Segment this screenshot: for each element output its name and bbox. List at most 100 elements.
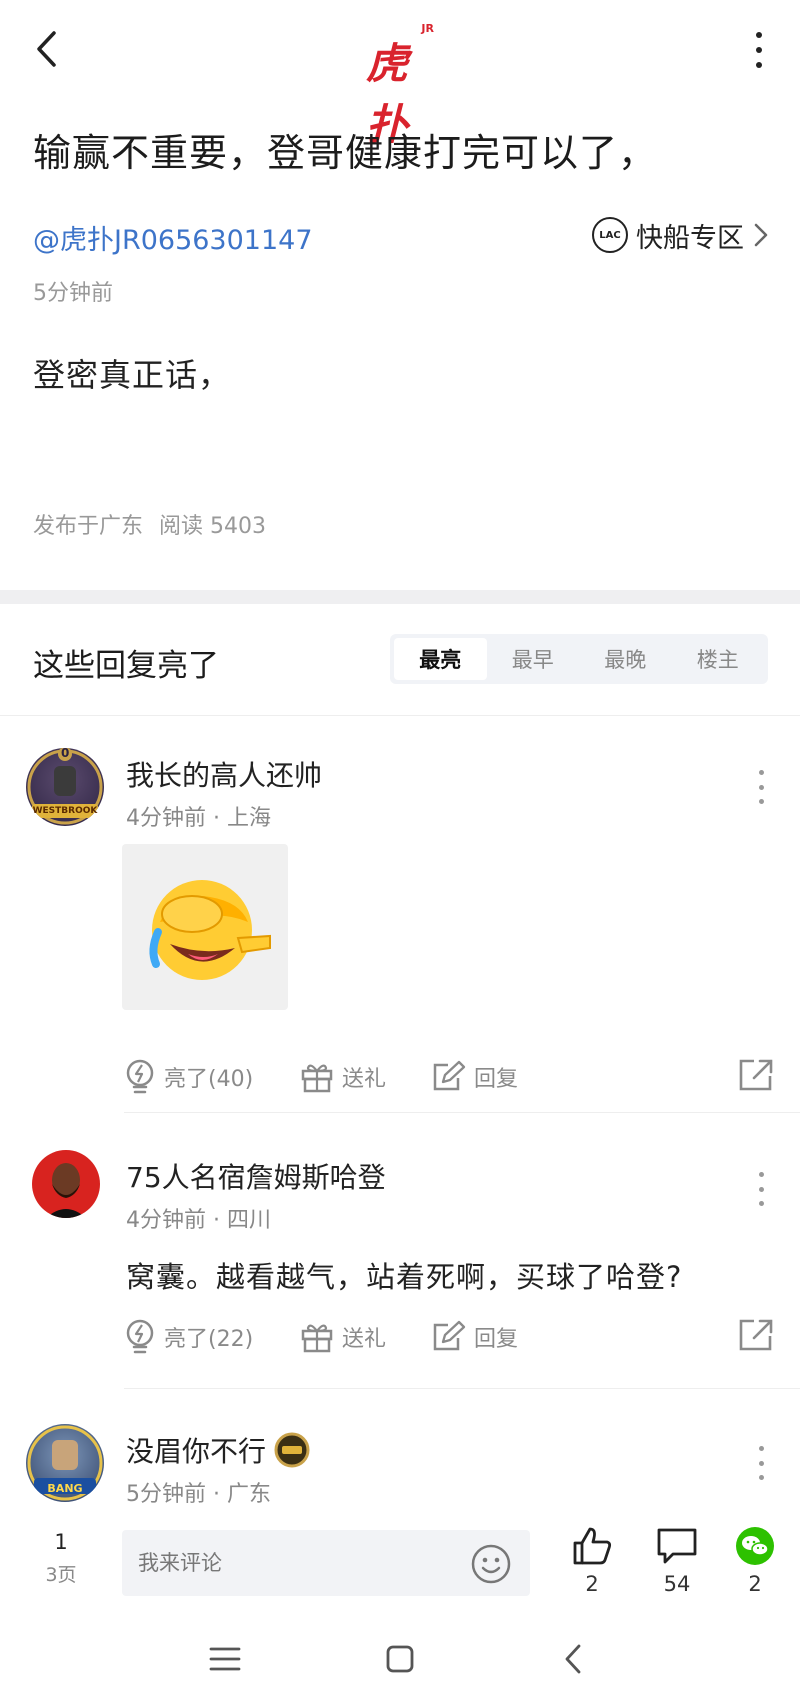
reply-username-text: 我长的高人还帅: [126, 759, 323, 792]
light-up-count: 亮了(40): [164, 1067, 254, 1092]
lightbulb-icon: [126, 1319, 154, 1354]
gift-icon: [301, 1064, 333, 1093]
forum-link[interactable]: LAC 快船专区: [592, 214, 770, 256]
like-count: 2: [585, 1572, 599, 1596]
gift-button[interactable]: 送礼: [300, 1052, 386, 1102]
reply-more-button[interactable]: [756, 1172, 766, 1206]
comment-input[interactable]: [138, 1530, 458, 1596]
gift-icon: [301, 1324, 333, 1353]
avatar-number: 0: [61, 746, 70, 760]
reply-meta: 4分钟前 · 上海: [126, 806, 271, 831]
read-count: 阅读 5403: [159, 514, 266, 539]
share-external-icon: [739, 1059, 773, 1091]
share-button[interactable]: [738, 1318, 774, 1356]
system-nav-bar: [0, 1612, 800, 1707]
more-dot-icon: [758, 1475, 764, 1480]
more-dot-icon: [758, 770, 764, 775]
back-button[interactable]: [26, 26, 66, 72]
more-dot-icon: [758, 1186, 764, 1192]
more-dot-icon: [758, 784, 764, 790]
more-dot-icon: [756, 62, 762, 68]
reply-button[interactable]: 回复: [430, 1052, 518, 1102]
replies-title: 这些回复亮了: [33, 648, 219, 684]
reply-username-text: 没眉你不行: [126, 1435, 267, 1468]
emoji-button[interactable]: [470, 1543, 512, 1585]
thumbs-up-icon: [573, 1527, 612, 1565]
reply-image[interactable]: [122, 844, 288, 1010]
light-up-button[interactable]: 亮了(22): [124, 1312, 253, 1362]
more-dot-icon: [758, 1460, 764, 1466]
reply-actions: 亮了(22) 送礼 回复: [124, 1312, 774, 1362]
badge-icon: [274, 1432, 310, 1468]
lightbulb-icon: [126, 1059, 154, 1094]
post-body: 登密真正话，: [33, 356, 232, 394]
logo-sup: JR: [421, 22, 434, 35]
post-title: 输赢不重要，登哥健康打完可以了，: [33, 131, 658, 175]
reply-username[interactable]: 没眉你不行: [126, 1430, 310, 1470]
tab-earliest[interactable]: 最早: [487, 638, 580, 680]
comment-count: 54: [663, 1572, 691, 1596]
page-total: 3页: [45, 1564, 77, 1586]
harden-avatar-icon: [46, 1163, 86, 1218]
avatar-label: BANG: [47, 1482, 83, 1495]
reply-button[interactable]: 回复: [430, 1312, 518, 1362]
light-up-button[interactable]: 亮了(40): [124, 1052, 253, 1102]
gift-label: 送礼: [342, 1327, 387, 1352]
like-button[interactable]: 2: [562, 1526, 622, 1596]
post-meta: 发布于广东 阅读 5403: [33, 508, 266, 540]
nav-back-button[interactable]: [548, 1634, 598, 1684]
page-current: 1: [54, 1530, 68, 1554]
avatar-label: WESTBROOK: [32, 806, 98, 816]
chevron-left-icon: [37, 31, 56, 67]
nav-menu-button[interactable]: [200, 1634, 250, 1684]
top-bar: 虎扑 JR: [0, 0, 800, 149]
gift-button[interactable]: 送礼: [300, 1312, 386, 1362]
more-dot-icon: [756, 32, 762, 38]
share-external-icon: [739, 1319, 773, 1351]
wechat-icon: [736, 1527, 774, 1565]
reply-username-text: 75人名宿詹姆斯哈登: [126, 1161, 386, 1194]
more-dot-icon: [756, 47, 762, 53]
author-link[interactable]: @虎扑JR0656301147: [33, 218, 313, 257]
edit-reply-icon: [433, 1320, 466, 1351]
share-button[interactable]: [738, 1058, 774, 1096]
reply-text: 窝囊。越看越气，站着死啊，买球了哈登?: [126, 1260, 683, 1294]
comment-box: [122, 1530, 530, 1596]
tab-brightest[interactable]: 最亮: [394, 638, 487, 680]
more-dot-icon: [758, 1446, 764, 1451]
page-indicator[interactable]: 1 3页: [36, 1530, 86, 1587]
wechat-share-count: 2: [748, 1572, 762, 1596]
edit-reply-icon: [433, 1060, 466, 1091]
more-dot-icon: [758, 1172, 764, 1177]
reply-divider: [124, 1388, 800, 1389]
home-square-icon: [386, 1645, 414, 1673]
chevron-right-icon: [754, 223, 768, 247]
reply-actions: 亮了(40) 送礼 回复: [124, 1052, 774, 1102]
reply-more-button[interactable]: [756, 1446, 766, 1480]
menu-icon: [209, 1647, 241, 1671]
more-dot-icon: [758, 1201, 764, 1206]
smiley-icon: [471, 1544, 511, 1584]
tab-latest[interactable]: 最晚: [579, 638, 672, 680]
reply-username[interactable]: 我长的高人还帅: [126, 754, 322, 794]
tab-op-only[interactable]: 楼主: [672, 638, 765, 680]
comment-bubble-icon: [657, 1528, 697, 1564]
reply-username[interactable]: 75人名宿詹姆斯哈登: [126, 1156, 386, 1196]
comments-button[interactable]: 54: [647, 1526, 707, 1596]
bottom-bar: 1 3页 2 54 2: [0, 1512, 800, 1612]
section-divider: [0, 590, 800, 604]
chevron-left-icon: [565, 1644, 581, 1674]
wechat-share-button[interactable]: 2: [725, 1526, 785, 1596]
post-time: 5分钟前: [33, 281, 113, 306]
clippers-logo-icon: LAC: [592, 217, 628, 253]
avatar[interactable]: [32, 1150, 100, 1218]
more-options-button[interactable]: [744, 28, 774, 72]
reply-divider: [124, 1112, 800, 1113]
nav-home-button[interactable]: [375, 1634, 425, 1684]
more-dot-icon: [758, 799, 764, 804]
laughing-facepalm-emoji-icon: [149, 880, 271, 980]
reply-meta: 5分钟前 · 广东: [126, 1482, 271, 1507]
gift-label: 送礼: [342, 1067, 387, 1092]
forum-name: 快船专区: [636, 222, 744, 254]
reply-more-button[interactable]: [756, 770, 766, 804]
